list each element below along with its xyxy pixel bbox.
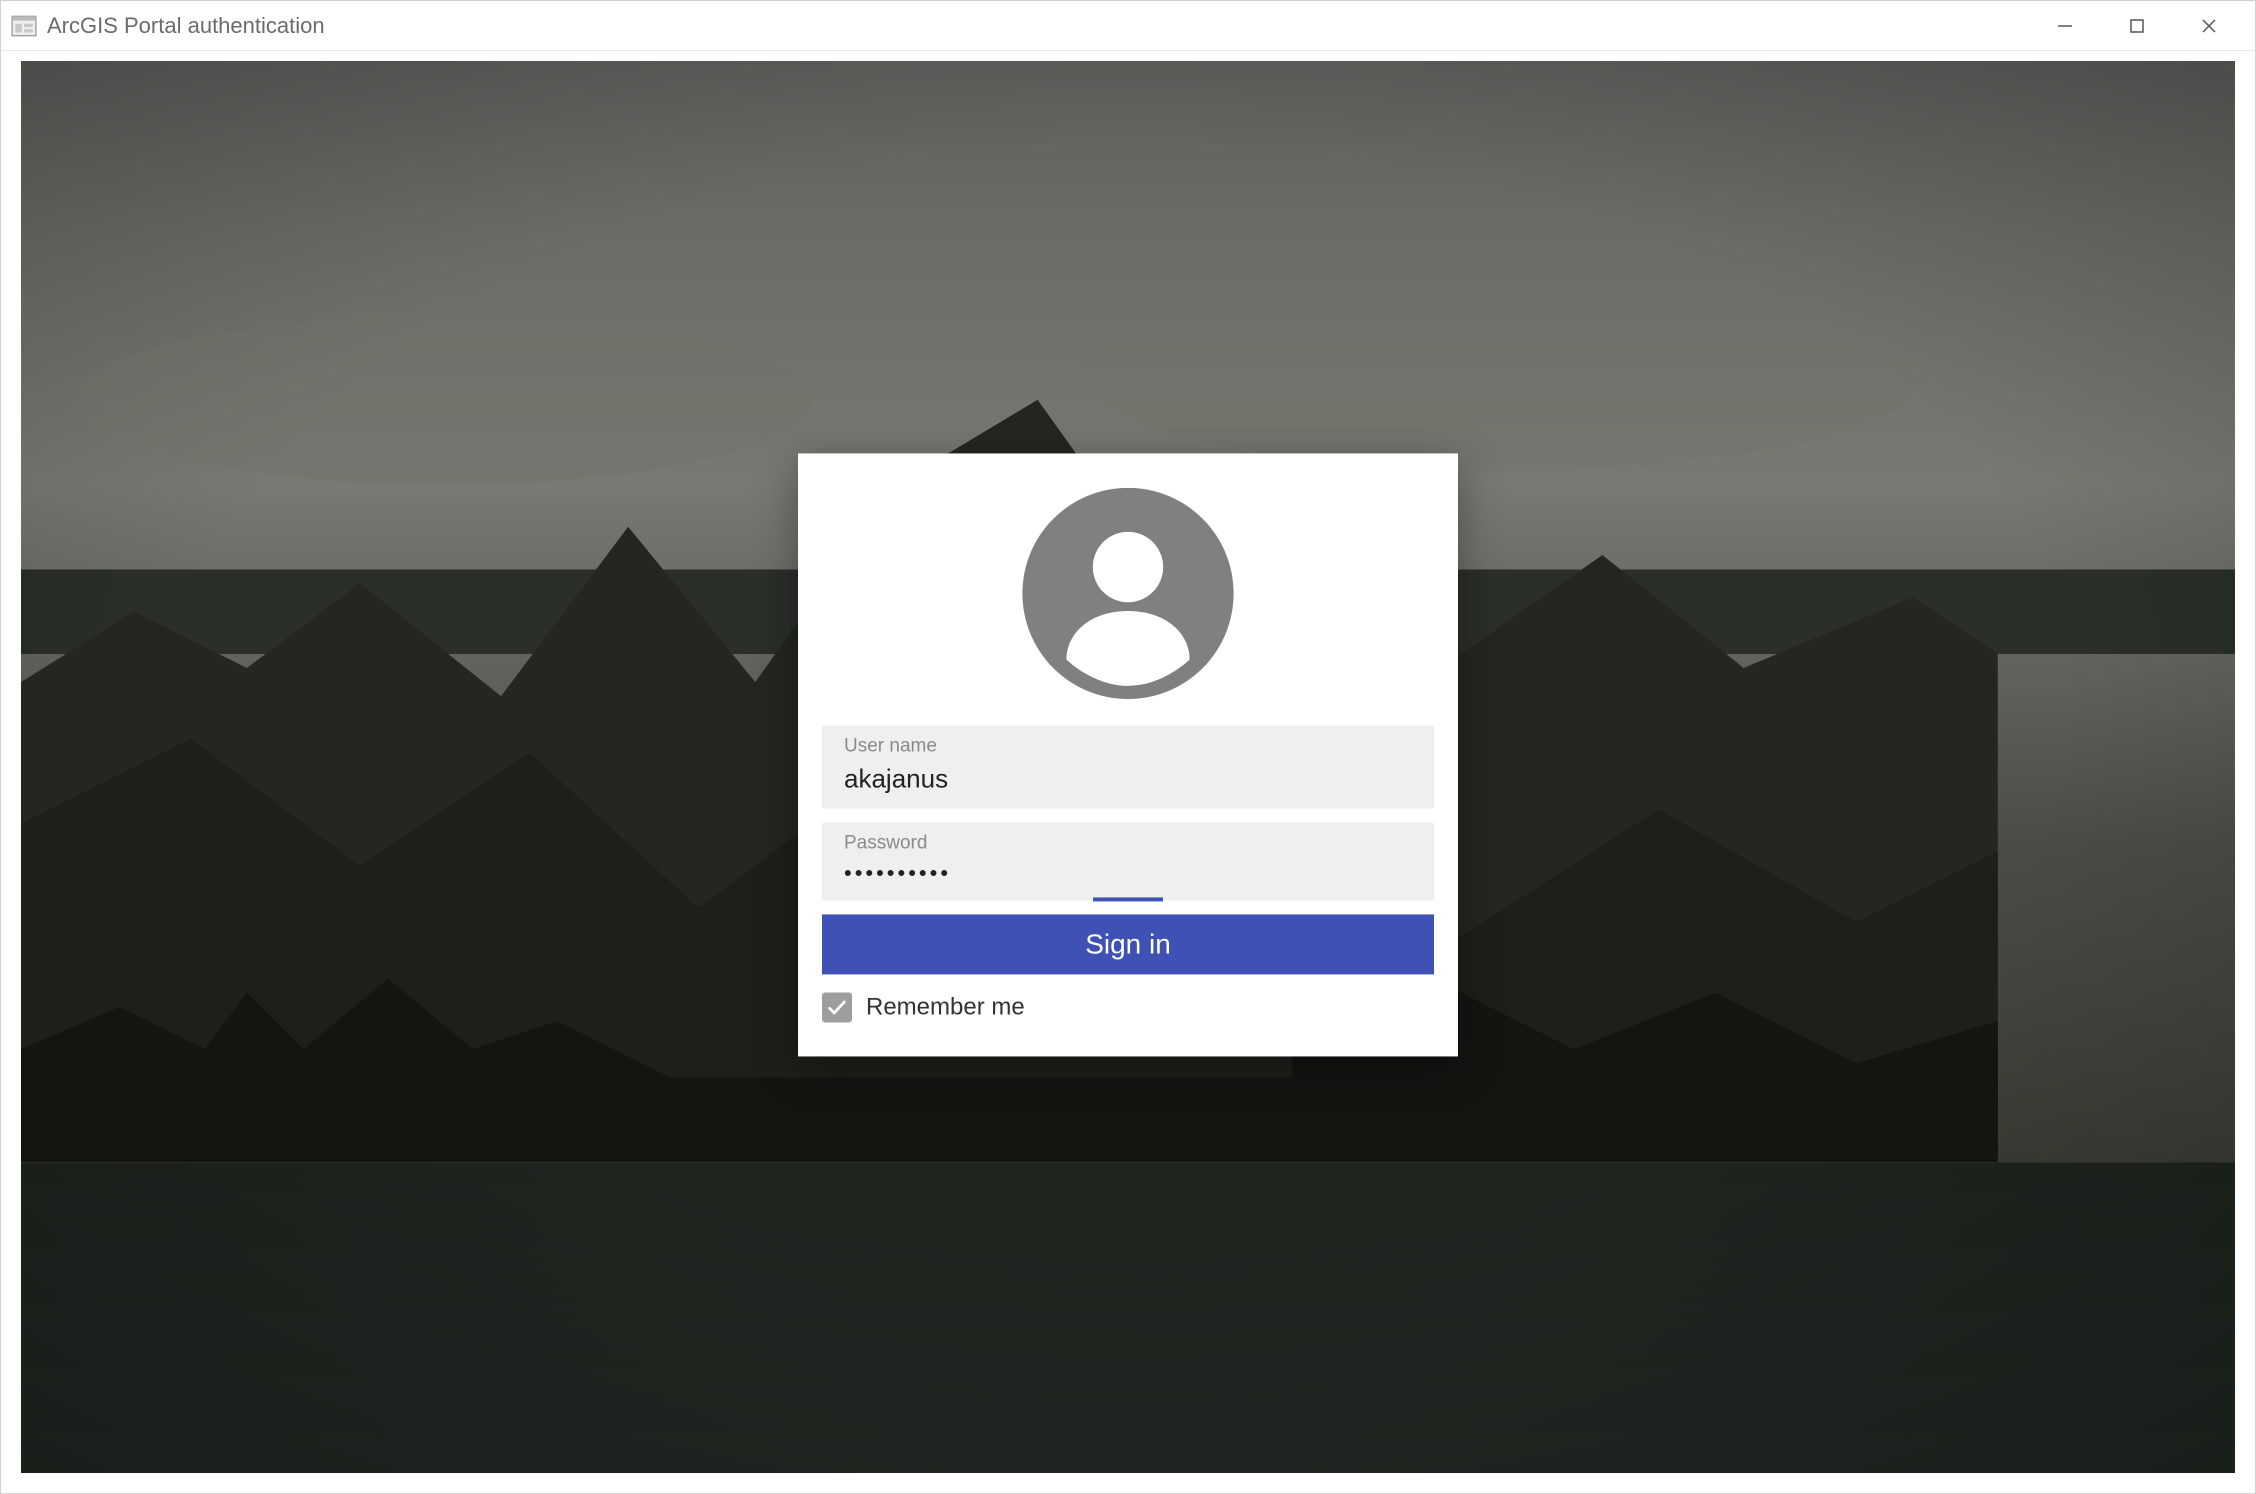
avatar-wrap bbox=[822, 479, 1434, 725]
password-label: Password bbox=[844, 832, 1412, 854]
window-title: ArcGIS Portal authentication bbox=[47, 13, 325, 39]
window-controls bbox=[2029, 1, 2245, 51]
check-icon bbox=[826, 996, 848, 1018]
password-input[interactable] bbox=[844, 860, 1412, 886]
app-window: ArcGIS Portal authentication bbox=[0, 0, 2256, 1494]
person-icon bbox=[1018, 483, 1238, 703]
minimize-button[interactable] bbox=[2029, 1, 2101, 51]
login-card: User name Password Sign in Remember me bbox=[798, 453, 1458, 1056]
signin-button[interactable]: Sign in bbox=[822, 914, 1434, 974]
username-label: User name bbox=[844, 735, 1412, 757]
remember-label: Remember me bbox=[866, 993, 1025, 1021]
remember-row: Remember me bbox=[822, 992, 1434, 1022]
focus-indicator bbox=[1093, 897, 1163, 901]
app-icon bbox=[11, 13, 37, 39]
password-field[interactable]: Password bbox=[822, 822, 1434, 900]
maximize-button[interactable] bbox=[2101, 1, 2173, 51]
username-field[interactable]: User name bbox=[822, 725, 1434, 808]
titlebar: ArcGIS Portal authentication bbox=[1, 1, 2255, 51]
remember-checkbox[interactable] bbox=[822, 992, 852, 1022]
close-button[interactable] bbox=[2173, 1, 2245, 51]
client-area: User name Password Sign in Remember me bbox=[21, 61, 2235, 1473]
username-input[interactable] bbox=[844, 763, 1412, 794]
